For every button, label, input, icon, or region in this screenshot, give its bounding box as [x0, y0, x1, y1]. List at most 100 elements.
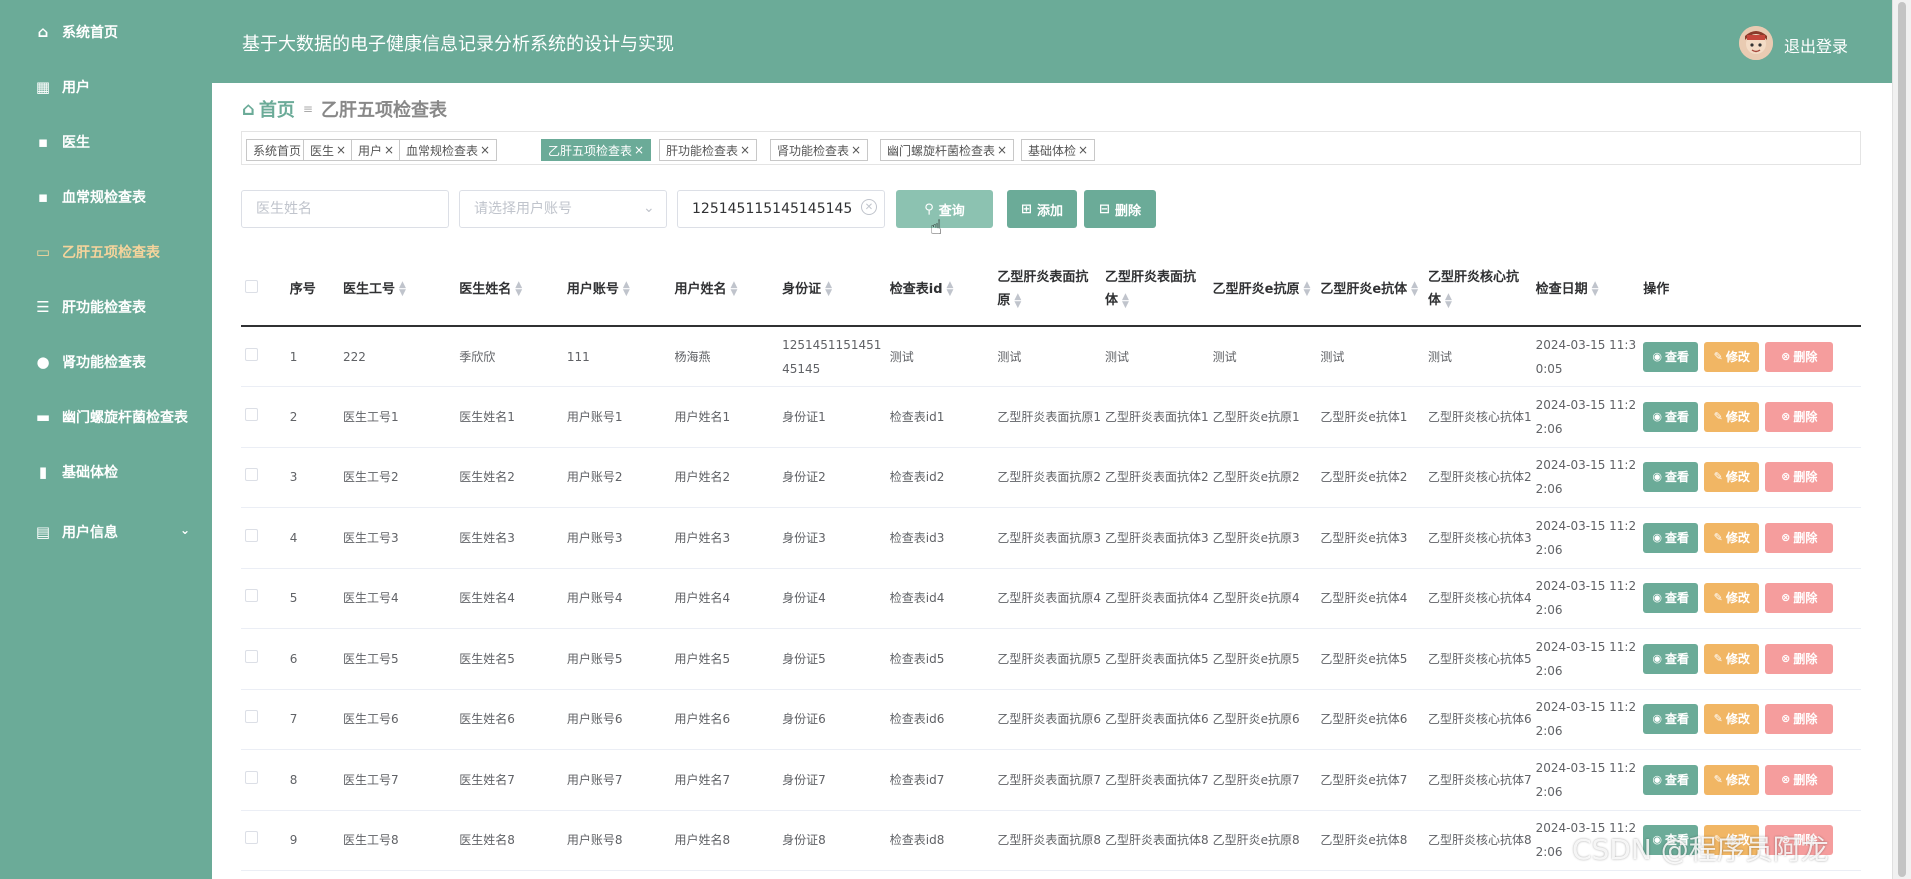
sort-icon[interactable]: ▲ ▼: [1014, 292, 1021, 309]
select-all-checkbox[interactable]: [245, 279, 258, 293]
doctor-name-input[interactable]: [241, 190, 449, 228]
sort-icon[interactable]: ▲ ▼: [1411, 281, 1418, 298]
sort-icon[interactable]: ▲ ▼: [825, 281, 832, 298]
delete-button[interactable]: ⊗ 删除: [1765, 704, 1834, 735]
sidebar-item-9[interactable]: ▤ 用户信息 ⌄: [0, 512, 212, 552]
view-button[interactable]: ◉ 查看: [1643, 764, 1699, 795]
sort-icon[interactable]: ▲ ▼: [947, 281, 954, 298]
edit-button[interactable]: ✎ 修改: [1704, 401, 1760, 432]
sidebar-item-4[interactable]: ▭ 乙肝五项检查表: [0, 232, 212, 272]
sort-icon[interactable]: ▲ ▼: [1304, 281, 1311, 298]
tag-4[interactable]: 乙肝五项检查表 ×: [541, 139, 652, 161]
view-button[interactable]: ◉ 查看: [1643, 583, 1699, 614]
delete-button[interactable]: ⊗ 删除: [1765, 764, 1834, 795]
sort-icon[interactable]: ▲ ▼: [399, 281, 406, 298]
row-checkbox[interactable]: [245, 407, 258, 421]
sidebar-item-0[interactable]: ⌂ 系统首页: [0, 12, 212, 52]
sidebar-item-1[interactable]: ▦ 用户: [0, 67, 212, 107]
sidebar-item-7[interactable]: ▬ 幽门螺旋杆菌检查表: [0, 397, 212, 437]
edit-button[interactable]: ✎ 修改: [1704, 704, 1760, 735]
sort-icon[interactable]: ▲ ▼: [1592, 281, 1599, 298]
close-icon[interactable]: ×: [740, 143, 750, 157]
delete-button[interactable]: ⊗ 删除: [1765, 583, 1834, 614]
add-button[interactable]: ⊞ 添加: [1007, 190, 1077, 228]
clear-icon[interactable]: ✕: [861, 199, 877, 215]
column-header[interactable]: 乙型肝炎表面抗体 ▲ ▼: [1101, 253, 1209, 327]
delete-button[interactable]: ⊗ 删除: [1765, 401, 1834, 432]
sort-icon[interactable]: ▲ ▼: [1122, 292, 1129, 309]
close-icon[interactable]: ×: [634, 143, 644, 157]
tag-1[interactable]: 医生 ×: [303, 139, 354, 161]
delete-button[interactable]: ⊗ 删除: [1765, 522, 1834, 553]
view-button[interactable]: ◉ 查看: [1643, 401, 1699, 432]
row-checkbox[interactable]: [245, 831, 258, 845]
sort-icon[interactable]: ▲ ▼: [1445, 292, 1452, 309]
close-icon[interactable]: ×: [997, 143, 1007, 157]
sidebar-item-8[interactable]: ▮ 基础体检: [0, 452, 212, 492]
row-checkbox[interactable]: [245, 528, 258, 542]
view-button[interactable]: ◉ 查看: [1643, 522, 1699, 553]
column-header[interactable]: 用户姓名 ▲ ▼: [670, 253, 779, 327]
batch-delete-button[interactable]: ⊟ 删除: [1084, 190, 1156, 228]
table-row: 5 医生工号4 医生姓名4 用户账号4 用户姓名4 身份证4 检查表id4 乙型肝炎表面抗原4…: [241, 568, 1861, 629]
sidebar-item-6[interactable]: ● 肾功能检查表: [0, 342, 212, 382]
row-checkbox[interactable]: [245, 770, 258, 784]
sort-icon[interactable]: ▲ ▼: [515, 281, 522, 298]
edit-button[interactable]: ✎ 修改: [1704, 643, 1760, 674]
sidebar-item-2[interactable]: ▪ 医生: [0, 122, 212, 162]
query-button[interactable]: ⚲ 查询: [896, 190, 993, 228]
avatar[interactable]: [1739, 26, 1773, 60]
edit-button[interactable]: ✎ 修改: [1704, 341, 1760, 372]
sidebar-item-5[interactable]: ☰ 肝功能检查表: [0, 287, 212, 327]
sidebar-item-3[interactable]: ▪ 血常规检查表: [0, 177, 212, 217]
tag-3[interactable]: 血常规检查表 ×: [399, 139, 498, 161]
view-button[interactable]: ◉ 查看: [1643, 643, 1699, 674]
close-icon[interactable]: ×: [851, 143, 861, 157]
user-account-select[interactable]: [459, 190, 667, 228]
column-header[interactable]: 身份证 ▲ ▼: [778, 253, 886, 327]
column-header[interactable]: 检查表id ▲ ▼: [885, 253, 994, 327]
breadcrumb-home[interactable]: 首页: [259, 96, 295, 122]
edit-button[interactable]: ✎ 修改: [1704, 764, 1760, 795]
row-checkbox[interactable]: [245, 589, 258, 603]
column-header[interactable]: 医生工号 ▲ ▼: [339, 253, 456, 327]
table-cell: 9: [285, 810, 340, 871]
edit-button[interactable]: ✎ 修改: [1704, 462, 1760, 493]
sort-icon[interactable]: ▲ ▼: [730, 281, 737, 298]
close-icon[interactable]: ×: [480, 143, 490, 157]
delete-button[interactable]: ⊗ 删除: [1765, 341, 1834, 372]
delete-button[interactable]: ⊗ 删除: [1765, 462, 1834, 493]
close-icon[interactable]: ×: [1078, 143, 1088, 157]
column-header[interactable]: 乙型肝炎核心抗体 ▲ ▼: [1423, 253, 1532, 327]
column-header[interactable]: 乙型肝炎e抗原 ▲ ▼: [1208, 253, 1317, 327]
view-button[interactable]: ◉ 查看: [1643, 462, 1699, 493]
column-header[interactable]: 医生姓名 ▲ ▼: [455, 253, 563, 327]
tag-2[interactable]: 用户 ×: [351, 139, 402, 161]
sort-icon[interactable]: ▲ ▼: [623, 281, 630, 298]
tag-8[interactable]: 基础体检 ×: [1021, 139, 1096, 161]
view-button[interactable]: ◉ 查看: [1643, 341, 1699, 372]
row-checkbox[interactable]: [245, 710, 258, 724]
close-icon[interactable]: ×: [384, 143, 394, 157]
row-select-cell: [241, 326, 286, 387]
row-checkbox[interactable]: [245, 468, 258, 482]
delete-button[interactable]: ⊗ 删除: [1765, 643, 1834, 674]
column-header[interactable]: 乙型肝炎e抗体 ▲ ▼: [1316, 253, 1424, 327]
logout-link[interactable]: 退出登录: [1784, 33, 1848, 57]
tag-5[interactable]: 肝功能检查表 ×: [659, 139, 758, 161]
scrollbar-thumb[interactable]: [1898, 2, 1906, 877]
close-icon[interactable]: ×: [336, 143, 346, 157]
page-scrollbar[interactable]: [1892, 0, 1911, 879]
row-checkbox[interactable]: [245, 649, 258, 663]
tag-0[interactable]: 系统首页: [246, 139, 309, 161]
view-button[interactable]: ◉ 查看: [1643, 704, 1699, 735]
column-header[interactable]: 检查日期 ▲ ▼: [1531, 253, 1640, 327]
edit-button[interactable]: ✎ 修改: [1704, 583, 1760, 614]
id-card-input[interactable]: [677, 190, 885, 228]
edit-button[interactable]: ✎ 修改: [1704, 522, 1760, 553]
tag-7[interactable]: 幽门螺旋杆菌检查表 ×: [880, 139, 1015, 161]
column-header[interactable]: 用户账号 ▲ ▼: [562, 253, 671, 327]
column-header[interactable]: 乙型肝炎表面抗原 ▲ ▼: [993, 253, 1102, 327]
tag-6[interactable]: 肾功能检查表 ×: [770, 139, 869, 161]
row-checkbox[interactable]: [245, 347, 258, 361]
